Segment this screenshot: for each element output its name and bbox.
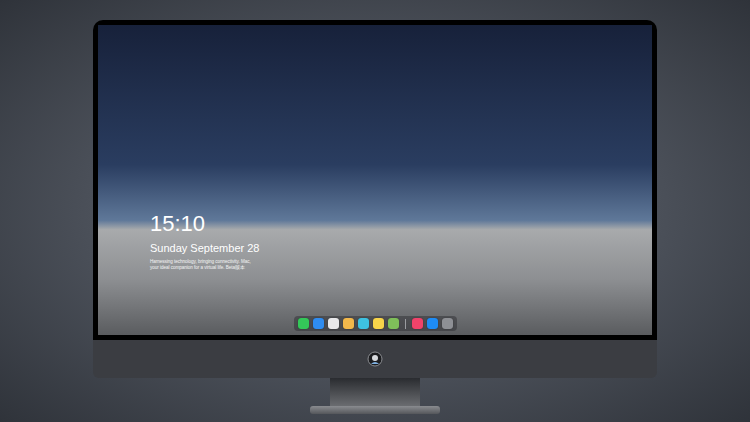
caption: Harnessing technology, bringing connecti…: [150, 259, 260, 271]
dock-app-icon[interactable]: [427, 318, 438, 329]
monitor-bezel: 15:10 Sunday September 28 Harnessing techn…: [93, 20, 657, 340]
stand-neck: [330, 378, 420, 406]
dock-app-icon[interactable]: [328, 318, 339, 329]
dock-app-icon[interactable]: [343, 318, 354, 329]
dock-separator: [405, 319, 406, 329]
logo-icon: [367, 351, 383, 367]
dock-app-icon[interactable]: [412, 318, 423, 329]
dock-app-icon[interactable]: [373, 318, 384, 329]
lock-screen-clock: 15:10 Sunday September 28 Harnessing techn…: [150, 211, 260, 271]
monitor-chin: [93, 340, 657, 378]
dock: [294, 316, 457, 331]
date: Sunday September 28: [150, 241, 260, 255]
stand-base: [310, 406, 440, 414]
time: 15:10: [150, 211, 260, 237]
page: 15:10 Sunday September 28 Harnessing techn…: [0, 0, 750, 422]
dock-app-icon[interactable]: [442, 318, 453, 329]
dock-app-icon[interactable]: [313, 318, 324, 329]
wallpaper-photo: 15:10 Sunday September 28 Harnessing techn…: [98, 25, 652, 335]
dock-app-icon[interactable]: [298, 318, 309, 329]
dock-app-icon[interactable]: [388, 318, 399, 329]
dock-app-icon[interactable]: [358, 318, 369, 329]
